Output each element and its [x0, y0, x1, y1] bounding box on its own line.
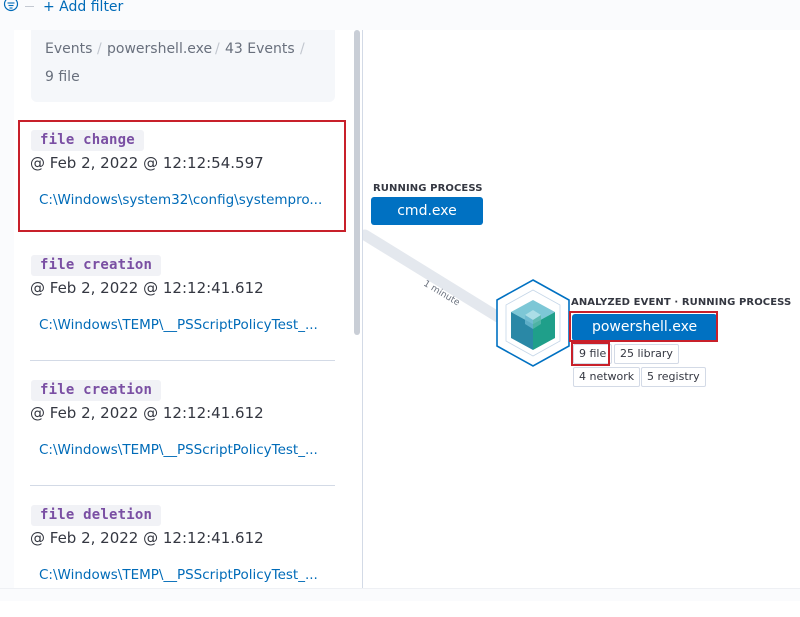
process-edge [363, 229, 504, 323]
parent-node-label: RUNNING PROCESS [373, 183, 483, 194]
breadcrumb-separator: / [97, 41, 102, 57]
event-divider [30, 360, 335, 361]
event-timestamp: @ Feb 2, 2022 @ 12:12:54.597 [30, 154, 264, 172]
event-type-tag: file change [31, 130, 144, 151]
library-count-pill[interactable]: 25 library [614, 344, 679, 364]
breadcrumb-separator: / [215, 41, 220, 57]
filter-bar: + Add filter [0, 0, 800, 30]
breadcrumb-event-count[interactable]: 43 Events [225, 41, 295, 57]
breadcrumb: Events / powershell.exe / 43 Events / 9 … [31, 30, 335, 102]
analyzed-node-label: ANALYZED EVENT · RUNNING PROCESS [571, 297, 792, 308]
breadcrumb-separator: / [300, 41, 305, 57]
file-count-pill[interactable]: 9 file [573, 344, 613, 364]
event-timestamp: @ Feb 2, 2022 @ 12:12:41.612 [30, 279, 264, 297]
event-timestamp: @ Feb 2, 2022 @ 12:12:41.612 [30, 529, 264, 547]
event-path-link[interactable]: C:\Windows\TEMP\__PSScriptPolicyTest_... [39, 442, 318, 458]
panel-scrollbar[interactable] [354, 30, 360, 335]
add-filter-button[interactable]: + Add filter [43, 0, 123, 15]
event-path-link[interactable]: C:\Windows\TEMP\__PSScriptPolicyTest_... [39, 317, 318, 333]
filter-divider [25, 6, 34, 7]
event-divider [30, 485, 335, 486]
panel-rail [0, 30, 14, 600]
event-path-link[interactable]: C:\Windows\system32\config\systempro... [39, 192, 322, 208]
event-item: file creation @ Feb 2, 2022 @ 12:12:41.6… [30, 255, 336, 367]
event-type-tag: file creation [31, 255, 162, 276]
event-type-tag: file deletion [31, 505, 162, 526]
network-count-pill[interactable]: 4 network [573, 367, 641, 387]
event-type-tag: file creation [31, 380, 162, 401]
process-button-cmd[interactable]: cmd.exe [371, 197, 483, 225]
edge-layer: 1 minute [363, 229, 504, 323]
bottom-strip [0, 588, 800, 601]
registry-count-pill[interactable]: 5 registry [641, 367, 706, 387]
breadcrumb-process[interactable]: powershell.exe [107, 41, 212, 57]
event-timestamp: @ Feb 2, 2022 @ 12:12:41.612 [30, 404, 264, 422]
filter-icon[interactable] [3, 0, 19, 14]
event-item: file creation @ Feb 2, 2022 @ 12:12:41.6… [30, 380, 336, 492]
breadcrumb-file-count: 9 file [45, 69, 80, 85]
event-item: file change @ Feb 2, 2022 @ 12:12:54.597… [30, 130, 336, 242]
cube-icon[interactable] [494, 278, 572, 368]
process-graph[interactable]: 1 minute RUNNING PROCESS cmd.exe ANALYZE… [363, 30, 800, 588]
process-button-powershell[interactable]: powershell.exe [572, 314, 717, 341]
breadcrumb-events[interactable]: Events [45, 41, 92, 57]
event-path-link[interactable]: C:\Windows\TEMP\__PSScriptPolicyTest_... [39, 567, 318, 583]
